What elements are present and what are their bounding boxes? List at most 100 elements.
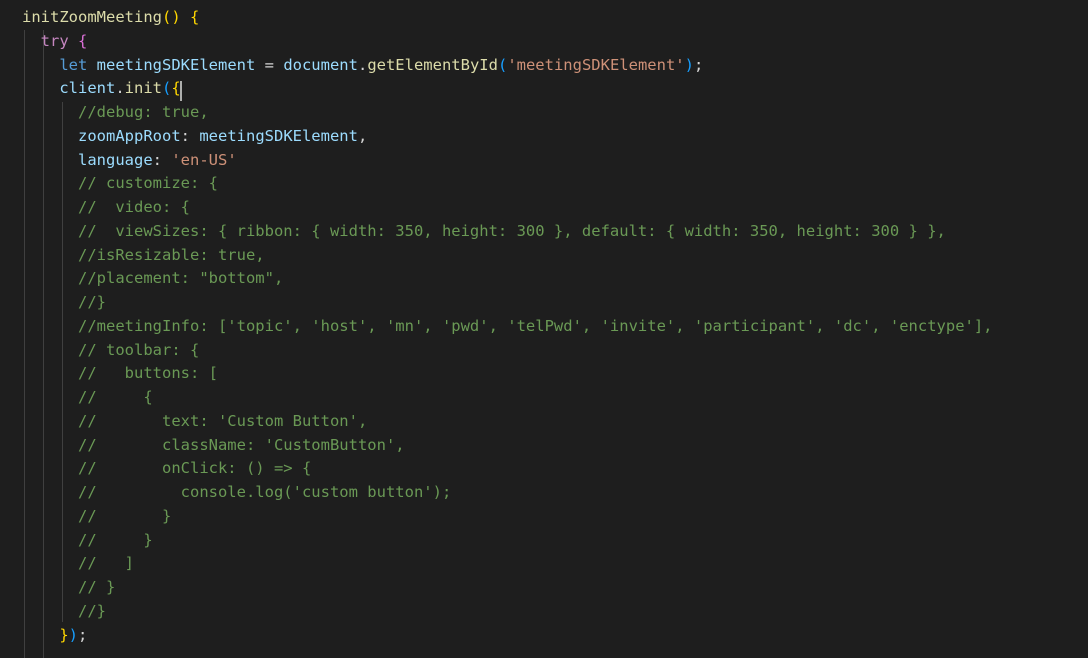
code-token: { <box>171 79 181 98</box>
code-token: // { <box>78 388 153 406</box>
code-token: // ] <box>78 554 134 573</box>
code-line[interactable]: // className: 'CustomButton', <box>22 434 1088 458</box>
code-line[interactable]: // console.log('custom button'); <box>22 481 1088 505</box>
code-line[interactable]: try { <box>22 30 1088 54</box>
code-line[interactable]: //placement: "bottom", <box>22 267 1088 291</box>
code-line[interactable]: // onClick: () => { <box>22 457 1088 481</box>
code-line[interactable]: language: 'en-US' <box>22 149 1088 173</box>
code-line[interactable]: // } <box>22 505 1088 529</box>
code-token: init <box>124 79 162 98</box>
code-token: //meetingInfo: ['topic', 'host', 'mn', '… <box>78 316 993 335</box>
code-token: ; <box>78 625 88 644</box>
code-token: ( <box>497 55 508 74</box>
code-line[interactable]: client.init({ <box>22 77 1088 101</box>
code-token: meetingSDKElement <box>96 55 256 74</box>
code-line[interactable]: // toolbar: { <box>22 339 1088 363</box>
code-token: // } <box>78 530 153 549</box>
code-token: language <box>78 150 153 169</box>
code-token: // } <box>78 578 116 596</box>
code-line[interactable]: zoomAppRoot: meetingSDKElement, <box>22 125 1088 149</box>
code-editor[interactable]: initZoomMeeting() { try { let meetingSDK… <box>0 0 1088 658</box>
code-token: meetingSDKElement <box>199 126 358 145</box>
code-line[interactable]: //} <box>22 291 1088 315</box>
code-line[interactable]: // } <box>22 529 1088 553</box>
code-token: zoomAppRoot <box>78 126 181 145</box>
code-token: . <box>357 55 368 74</box>
code-line[interactable]: // viewSizes: { ribbon: { width: 350, he… <box>22 220 1088 244</box>
code-line[interactable]: // ] <box>22 552 1088 576</box>
code-token: document <box>283 55 358 74</box>
code-token: 'en-US' <box>171 150 237 169</box>
code-token: // text: 'Custom Button', <box>78 411 368 430</box>
code-line[interactable]: initZoomMeeting() { <box>22 6 1088 30</box>
code-token: //placement: "bottom", <box>78 269 284 288</box>
code-token: { <box>78 31 88 50</box>
code-line[interactable]: // } <box>22 576 1088 600</box>
code-line[interactable]: //isResizable: true, <box>22 244 1088 268</box>
code-line[interactable]: // customize: { <box>22 172 1088 196</box>
code-line[interactable]: // text: 'Custom Button', <box>22 410 1088 434</box>
code-token: ) <box>684 55 694 74</box>
code-token: client <box>59 79 116 98</box>
code-line[interactable]: //meetingInfo: ['topic', 'host', 'mn', '… <box>22 315 1088 339</box>
code-token: // customize: { <box>78 174 218 193</box>
code-line[interactable]: // buttons: [ <box>22 362 1088 386</box>
code-token: //debug: true, <box>78 103 209 121</box>
code-token: initZoomMeeting <box>22 8 162 26</box>
code-token: } <box>59 625 69 644</box>
code-token: ) <box>68 625 79 644</box>
code-token: //isResizable: true, <box>78 245 265 264</box>
code-token: getElementById <box>367 55 498 74</box>
code-token: 'meetingSDKElement' <box>507 55 685 74</box>
code-token: // viewSizes: { ribbon: { width: 350, he… <box>78 221 946 240</box>
code-token: , <box>357 126 368 145</box>
code-token: // className: 'CustomButton', <box>78 435 405 454</box>
code-lines[interactable]: initZoomMeeting() { try { let meetingSDK… <box>22 6 1088 647</box>
code-token: { <box>189 8 200 26</box>
code-token: ; <box>693 55 704 74</box>
code-token: : <box>152 150 172 169</box>
code-token: = <box>255 55 284 74</box>
code-token: // video: { <box>78 198 190 216</box>
code-line[interactable]: // video: { <box>22 196 1088 220</box>
code-token: // toolbar: { <box>78 340 200 359</box>
code-token: // onClick: () => { <box>78 459 312 478</box>
code-token: // console.log('custom button'); <box>78 483 452 501</box>
code-token: : <box>180 126 200 145</box>
code-token: () <box>161 8 190 26</box>
code-token: . <box>115 79 125 98</box>
code-line[interactable]: //debug: true, <box>22 101 1088 125</box>
code-line[interactable]: // { <box>22 386 1088 410</box>
code-token: //} <box>78 293 106 311</box>
code-line[interactable]: }); <box>22 624 1088 648</box>
code-line[interactable]: let meetingSDKElement = document.getElem… <box>22 54 1088 78</box>
code-line[interactable]: //} <box>22 600 1088 624</box>
